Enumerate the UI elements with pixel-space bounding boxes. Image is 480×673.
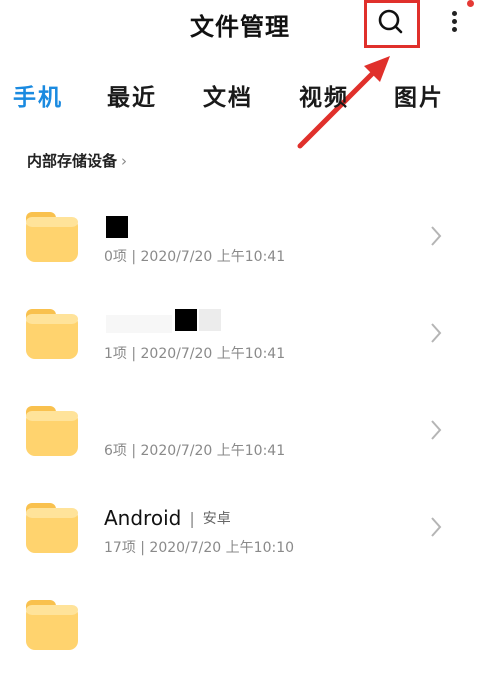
breadcrumb-label: 内部存储设备 [27,152,118,170]
redacted-name [106,315,172,333]
folder-name: Android | 安卓 [104,506,231,530]
redacted-name [199,309,221,331]
tab-recent[interactable]: 最近 [107,78,157,112]
folder-meta: 17项 | 2020/7/20 上午10:10 [104,540,295,556]
tab-videos[interactable]: 视频 [299,78,349,112]
chevron-right-icon [429,515,443,539]
tab-documents[interactable]: 文档 [203,78,253,112]
category-tabs: 手机 最近 文档 视频 图片 [0,78,480,118]
tab-images[interactable]: 图片 [394,78,444,112]
notification-dot [467,0,474,7]
folder-alias: 安卓 [202,511,231,527]
folder-meta: 1项 | 2020/7/20 上午10:41 [104,346,286,362]
folder-meta: 0项 | 2020/7/20 上午10:41 [104,249,286,265]
annotation-highlight-box [364,0,420,48]
folder-icon [26,406,78,456]
chevron-right-icon: › [121,151,128,170]
breadcrumb[interactable]: 内部存储设备 › [27,150,127,171]
list-item[interactable]: 6项 | 2020/7/20 上午10:41 [0,382,480,479]
tab-phone[interactable]: 手机 [13,78,63,112]
name-separator: | [189,508,195,528]
folder-icon [26,503,78,553]
folder-meta: 6项 | 2020/7/20 上午10:41 [104,443,286,459]
chevron-right-icon [429,321,443,345]
redacted-name [175,309,197,331]
list-item[interactable]: 1项 | 2020/7/20 上午10:41 [0,285,480,382]
more-options-button[interactable] [446,8,462,36]
list-item[interactable]: 0项 | 2020/7/20 上午10:41 [0,188,480,285]
redacted-name [106,216,128,238]
list-item[interactable]: Android | 安卓 17项 | 2020/7/20 上午10:10 [0,479,480,576]
folder-icon [26,600,78,650]
chevron-right-icon [429,418,443,442]
list-item[interactable] [0,576,480,673]
chevron-right-icon [429,224,443,248]
folder-list: 0项 | 2020/7/20 上午10:41 1项 | 2020/7/20 上午… [0,188,480,673]
more-vertical-icon [451,11,457,16]
folder-icon [26,212,78,262]
folder-icon [26,309,78,359]
top-bar: 文件管理 [0,0,480,60]
